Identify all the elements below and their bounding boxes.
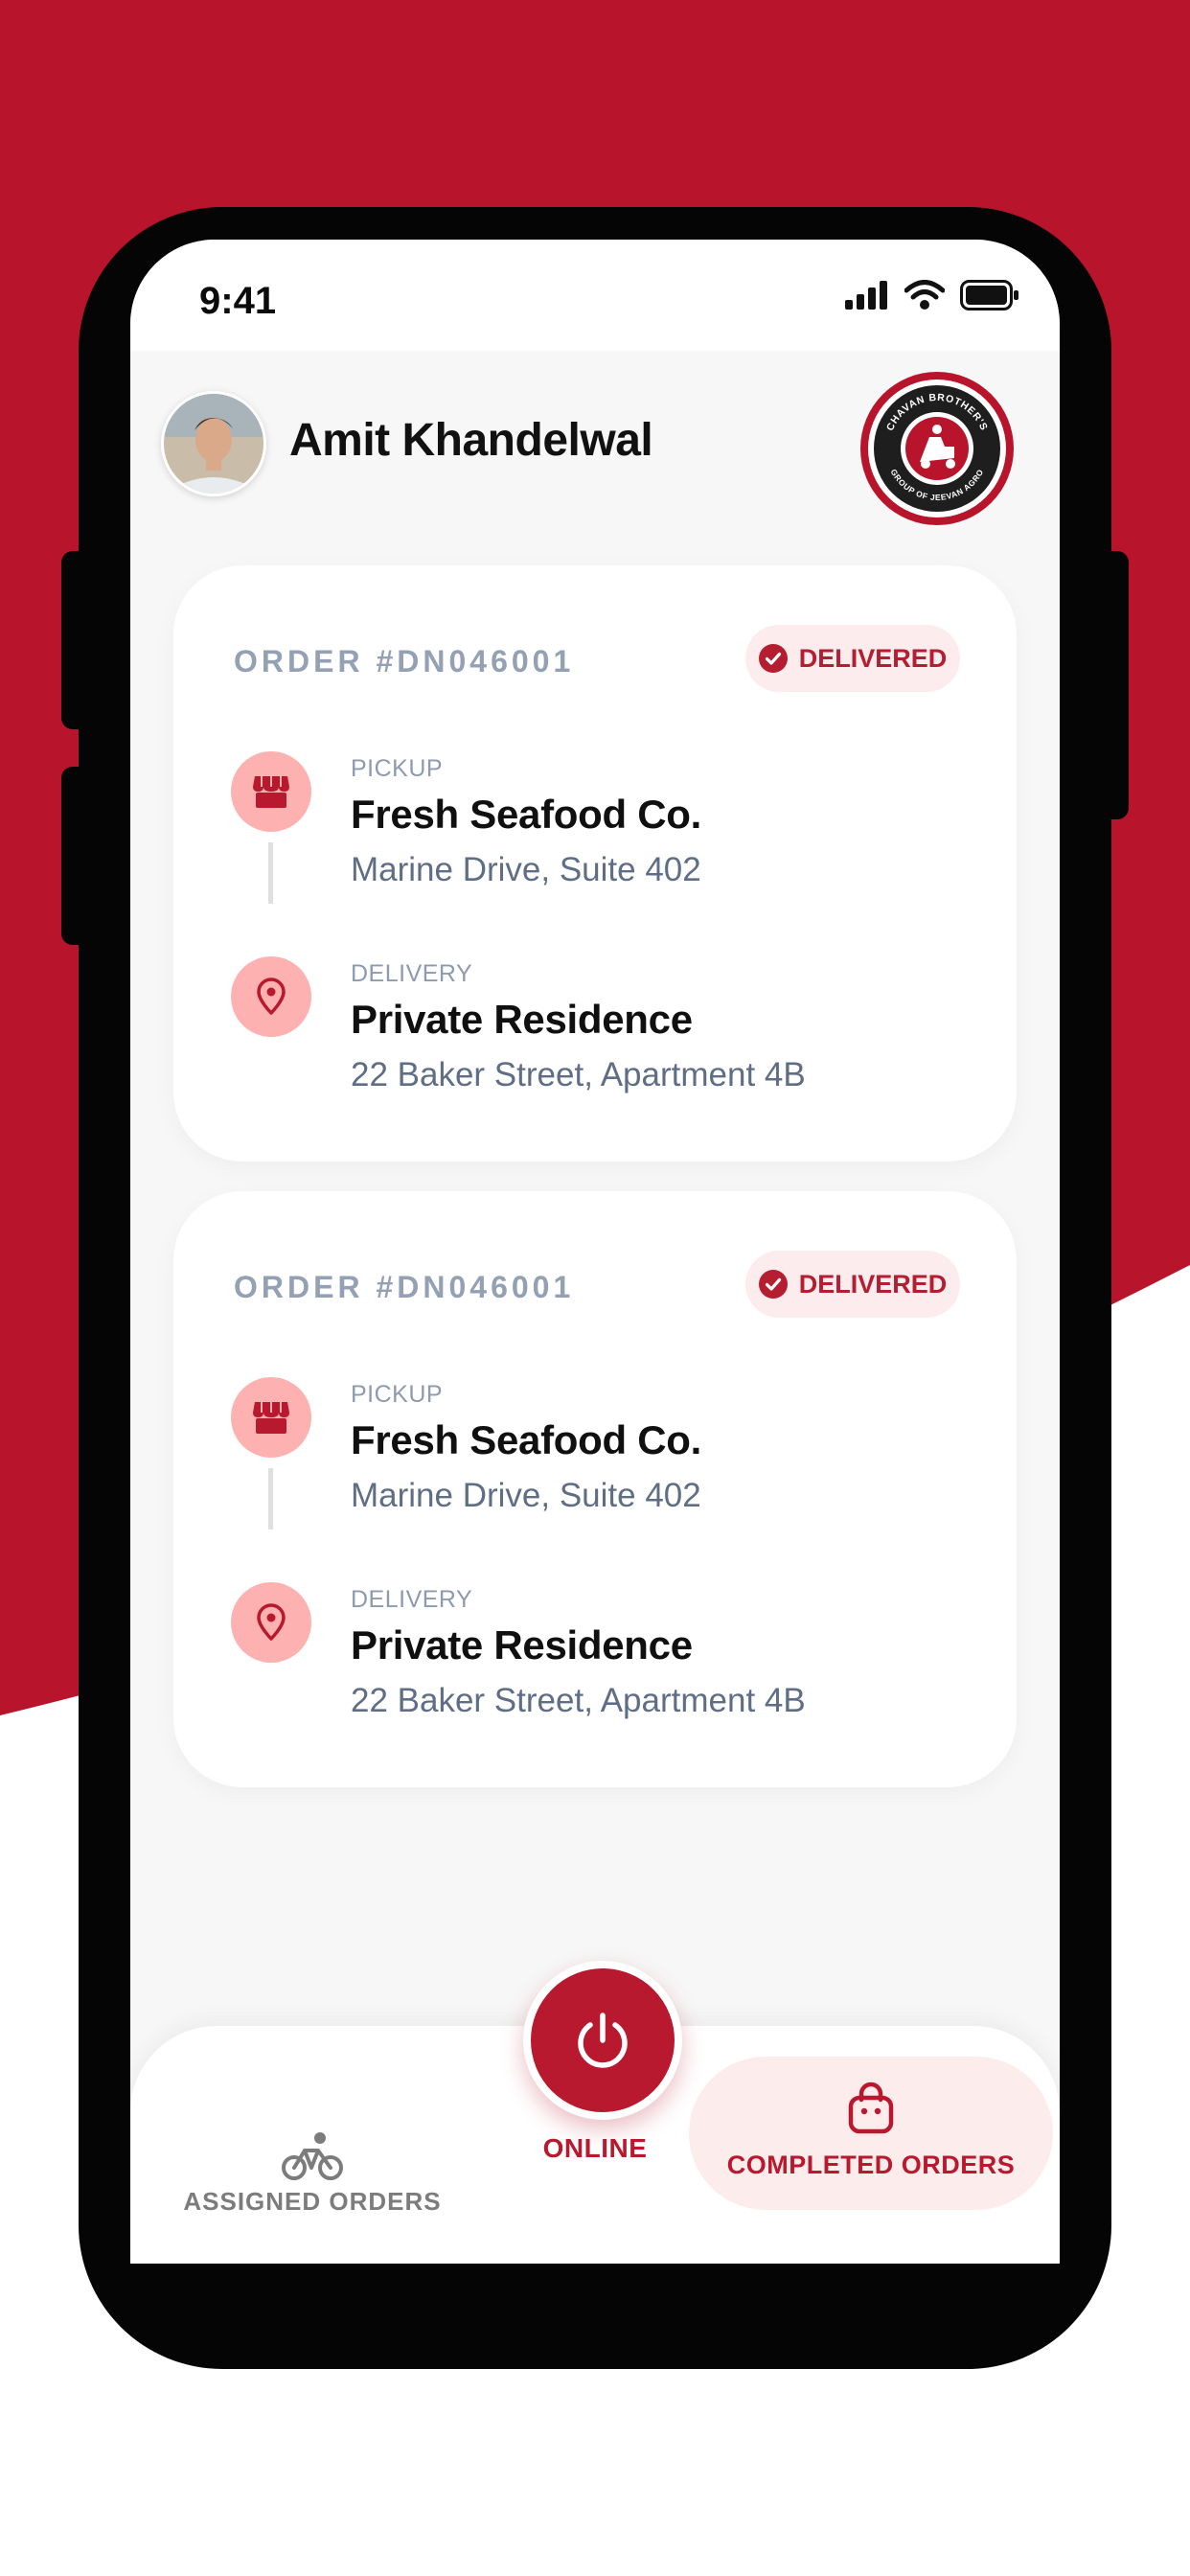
status-label: DELIVERED [798, 643, 948, 673]
online-label: ONLINE [542, 2133, 648, 2163]
cellular-signal-icon [845, 281, 887, 310]
nav-assigned-orders[interactable]: ASSIGNED ORDERS [169, 2083, 456, 2218]
pickup-name: Fresh Seafood Co. [351, 792, 701, 837]
location-pin-icon [257, 978, 286, 1015]
status-badge: DELIVERED [745, 625, 960, 692]
store-icon [253, 776, 289, 808]
nav-assigned-label: ASSIGNED ORDERS [183, 2187, 442, 2216]
nav-completed-orders[interactable]: COMPLETED ORDERS [689, 2057, 1053, 2210]
pickup-address: Marine Drive, Suite 402 [351, 851, 701, 888]
shopping-bag-icon [848, 2082, 894, 2134]
location-pin-icon [257, 1603, 286, 1641]
pickup-name: Fresh Seafood Co. [351, 1417, 701, 1462]
nav-completed-label: COMPLETED ORDERS [726, 2150, 1016, 2179]
delivery-name: Private Residence [351, 997, 693, 1042]
delivery-address: 22 Baker Street, Apartment 4B [351, 1056, 806, 1093]
delivery-kind: DELIVERY [351, 960, 473, 987]
status-bar: 9:41 [130, 240, 1060, 351]
route-connector [268, 842, 273, 904]
order-card[interactable]: ORDER #DN046001 DELIVERED PICKUP Fresh S… [173, 1191, 1017, 1787]
online-toggle-button[interactable] [523, 1961, 682, 2120]
status-icons [845, 280, 1019, 310]
order-id: ORDER #DN046001 [234, 644, 575, 678]
check-circle-icon [758, 1270, 788, 1299]
delivery-kind: DELIVERY [351, 1586, 473, 1613]
avatar[interactable] [161, 391, 266, 496]
avatar-image [164, 394, 263, 494]
pickup-kind: PICKUP [351, 755, 444, 782]
pickup-icon-circle [231, 1377, 311, 1458]
delivery-name: Private Residence [351, 1622, 693, 1668]
delivery-icon-circle [231, 1582, 311, 1663]
profile-header: Amit Khandelwal CHAVAN BROTHER'S GROUP O… [130, 351, 1060, 533]
user-name: Amit Khandelwal [289, 415, 653, 466]
status-label: DELIVERED [798, 1269, 948, 1299]
pickup-address: Marine Drive, Suite 402 [351, 1477, 701, 1514]
power-icon [578, 2012, 628, 2068]
wifi-icon [904, 280, 945, 310]
delivery-address: 22 Baker Street, Apartment 4B [351, 1682, 806, 1719]
order-card[interactable]: ORDER #DN046001 DELIVERED PICKUP Fresh S… [173, 565, 1017, 1162]
status-badge: DELIVERED [745, 1251, 960, 1318]
pickup-icon-circle [231, 751, 311, 832]
store-icon [253, 1402, 289, 1434]
check-circle-icon [758, 644, 788, 673]
battery-icon [960, 280, 1018, 310]
order-id: ORDER #DN046001 [234, 1270, 575, 1304]
delivery-icon-circle [231, 956, 311, 1037]
bicycle-icon [282, 2132, 343, 2180]
status-time: 9:41 [199, 280, 277, 322]
phone-screen: 9:41 Amit Khandelwal CHAVAN BROTHER'S GR… [130, 240, 1060, 2264]
bottom-nav: ASSIGNED ORDERS ONLINE COMPLETED ORDERS [130, 1961, 1060, 2264]
route-connector [268, 1468, 273, 1530]
pickup-kind: PICKUP [351, 1381, 444, 1408]
brand-logo: CHAVAN BROTHER'S GROUP OF JEEVAN AGRO [860, 372, 1014, 525]
